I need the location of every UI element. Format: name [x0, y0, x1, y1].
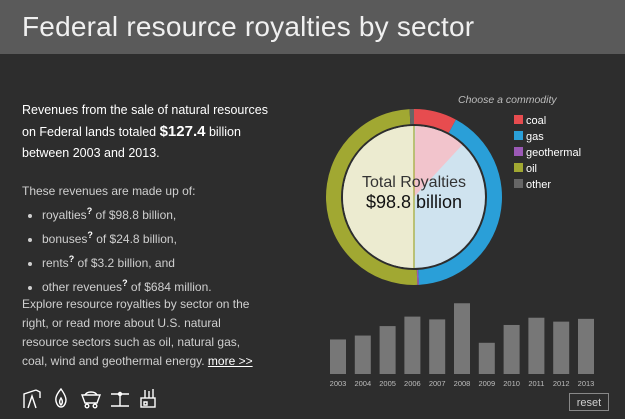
bar-2013[interactable]: [578, 318, 594, 374]
legend-swatch-coal[interactable]: [514, 115, 523, 124]
legend-label-other[interactable]: other: [526, 179, 551, 191]
legend-title: Choose a commodity: [458, 94, 557, 106]
legend-label-geothermal[interactable]: geothermal: [526, 147, 581, 159]
bar-2010[interactable]: [503, 324, 520, 374]
bar-2005[interactable]: [379, 326, 396, 374]
bar-label-2005: 2005: [379, 379, 396, 388]
bar-2004[interactable]: [354, 335, 371, 374]
chart-area: Total Royalties $98.8 billion Choose a c…: [326, 94, 595, 388]
bar-2012[interactable]: [553, 321, 570, 374]
bar-2007[interactable]: [429, 319, 446, 374]
bar-label-2004: 2004: [354, 379, 371, 388]
reset-button[interactable]: reset: [569, 393, 609, 411]
legend-label-gas[interactable]: gas: [526, 131, 544, 143]
legend-swatch-geothermal[interactable]: [514, 147, 523, 156]
bar-2009[interactable]: [478, 342, 495, 374]
bar-2011[interactable]: [528, 317, 545, 374]
legend-swatch-gas[interactable]: [514, 131, 523, 140]
commodity-legend: coal gas geothermal oil other: [514, 115, 581, 191]
bar-2006[interactable]: [404, 316, 421, 374]
bar-label-2012: 2012: [553, 379, 570, 388]
legend-label-coal[interactable]: coal: [526, 115, 546, 127]
bar-label-2003: 2003: [330, 379, 347, 388]
bar-label-2006: 2006: [404, 379, 421, 388]
bar-label-2007: 2007: [429, 379, 446, 388]
bar-label-2013: 2013: [578, 379, 595, 388]
donut-slice-other[interactable]: [409, 109, 414, 125]
yearly-bar-chart: 2003 2004 2005 2006 2007 2008 2009 2010 2011 2012…: [330, 303, 595, 388]
bar-label-2010: 2010: [503, 379, 520, 388]
bar-2003[interactable]: [330, 339, 346, 374]
donut-center-value: $98.8 billion: [366, 192, 462, 212]
legend-swatch-oil[interactable]: [514, 163, 523, 172]
bar-label-2008: 2008: [454, 379, 471, 388]
legend-swatch-other[interactable]: [514, 179, 523, 188]
donut-center-title: Total Royalties: [362, 174, 466, 191]
bar-2008[interactable]: [454, 303, 470, 374]
bar-label-2009: 2009: [478, 379, 495, 388]
legend-label-oil[interactable]: oil: [526, 163, 537, 175]
bar-label-2011: 2011: [528, 379, 544, 388]
